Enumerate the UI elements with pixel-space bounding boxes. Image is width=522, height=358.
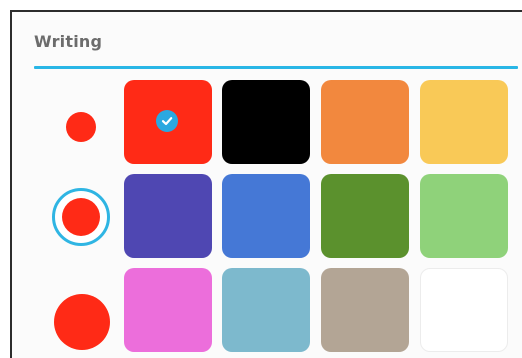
brush-size-small[interactable]: [66, 112, 96, 142]
panel-title: Writing: [34, 32, 103, 51]
check-circle-icon: [156, 110, 178, 132]
color-swatch-indigo[interactable]: [124, 174, 212, 258]
brush-size-small-dot: [66, 112, 96, 142]
brush-size-large[interactable]: [54, 294, 110, 350]
color-swatch-blue[interactable]: [222, 174, 310, 258]
brush-size-large-dot: [54, 294, 110, 350]
title-underline: [34, 66, 518, 69]
color-swatch-light-green[interactable]: [420, 174, 508, 258]
color-swatch-yellow[interactable]: [420, 80, 508, 164]
writing-panel: Writing: [10, 10, 522, 358]
color-swatch-orange[interactable]: [321, 80, 409, 164]
color-swatch-taupe[interactable]: [321, 268, 409, 352]
color-swatch-black[interactable]: [222, 80, 310, 164]
color-swatch-white[interactable]: [420, 268, 508, 352]
color-swatch-pink[interactable]: [124, 268, 212, 352]
color-swatch-green[interactable]: [321, 174, 409, 258]
brush-size-medium-dot: [62, 198, 100, 236]
brush-size-medium[interactable]: [52, 188, 110, 246]
color-swatch-light-blue[interactable]: [222, 268, 310, 352]
color-swatch-red[interactable]: [124, 80, 212, 164]
